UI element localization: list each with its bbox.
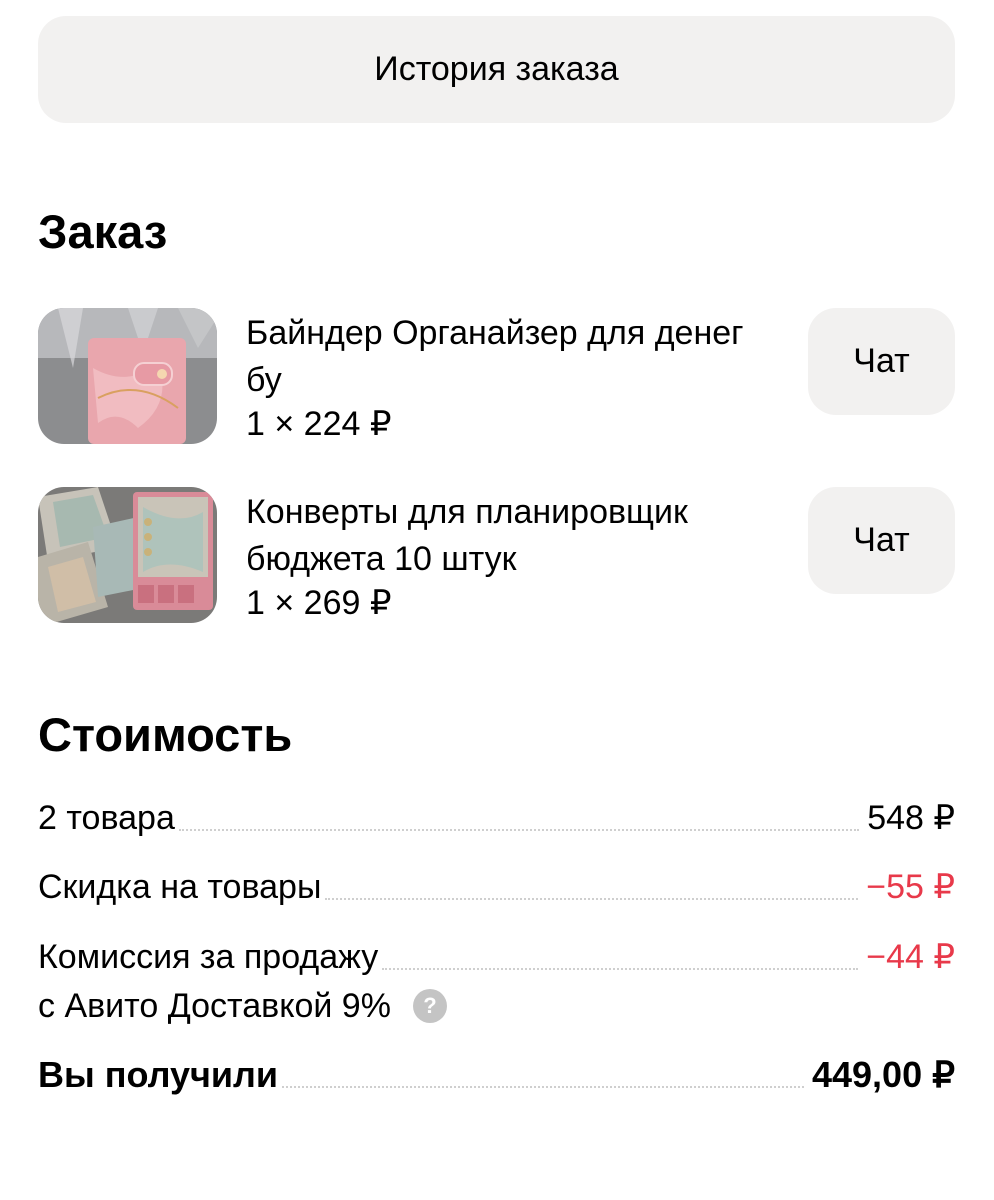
item-thumbnail-envelopes[interactable]: [38, 487, 217, 623]
order-section-title: Заказ: [38, 205, 168, 258]
dotted-leader: [282, 1086, 804, 1088]
total-value: 449,00 ₽: [811, 1054, 955, 1095]
cost-value: −44 ₽: [866, 938, 955, 976]
total-label: Вы получили: [38, 1054, 279, 1095]
item-title[interactable]: Конверты для планировщик бюджета 10 штук: [246, 489, 786, 583]
cost-row-commission: Комиссия за продажу −44 ₽: [38, 935, 955, 979]
item-info: Конверты для планировщик бюджета 10 штук…: [246, 489, 786, 623]
dotted-leader: [325, 898, 859, 900]
cost-label-continuation: с Авито Доставкой 9%: [38, 987, 391, 1025]
cost-label: Скидка на товары: [38, 868, 322, 906]
item-title[interactable]: Байндер Органайзер для денег бу: [246, 310, 786, 404]
cost-label: 2 товара: [38, 799, 175, 837]
dotted-leader: [382, 968, 859, 970]
dotted-leader: [178, 829, 860, 831]
cost-label-line2: с Авито Доставкой 9% ?: [38, 984, 447, 1028]
cost-value: −55 ₽: [866, 868, 955, 906]
order-item: Конверты для планировщик бюджета 10 штук…: [38, 487, 955, 627]
item-price: 1 × 269 ₽: [246, 584, 392, 622]
item-thumbnail-binder[interactable]: [38, 308, 217, 444]
item-info: Байндер Органайзер для денег бу 1 × 224 …: [246, 310, 786, 444]
cost-label: Комиссия за продажу: [38, 938, 379, 976]
order-item: Байндер Органайзер для денег бу 1 × 224 …: [38, 308, 955, 448]
cost-value: 548 ₽: [867, 799, 955, 837]
cost-row-items: 2 товара 548 ₽: [38, 796, 955, 840]
envelopes-photo-image: [38, 487, 217, 623]
order-history-button[interactable]: История заказа: [38, 16, 955, 123]
chat-button[interactable]: Чат: [808, 487, 955, 594]
cost-row-total: Вы получили 449,00 ₽: [38, 1053, 955, 1097]
cost-section-title: Стоимость: [38, 708, 293, 761]
help-icon[interactable]: ?: [412, 989, 447, 1023]
chat-button[interactable]: Чат: [808, 308, 955, 415]
item-price: 1 × 224 ₽: [246, 405, 392, 443]
binder-photo-image: [38, 308, 217, 444]
cost-row-discount: Скидка на товары −55 ₽: [38, 865, 955, 909]
